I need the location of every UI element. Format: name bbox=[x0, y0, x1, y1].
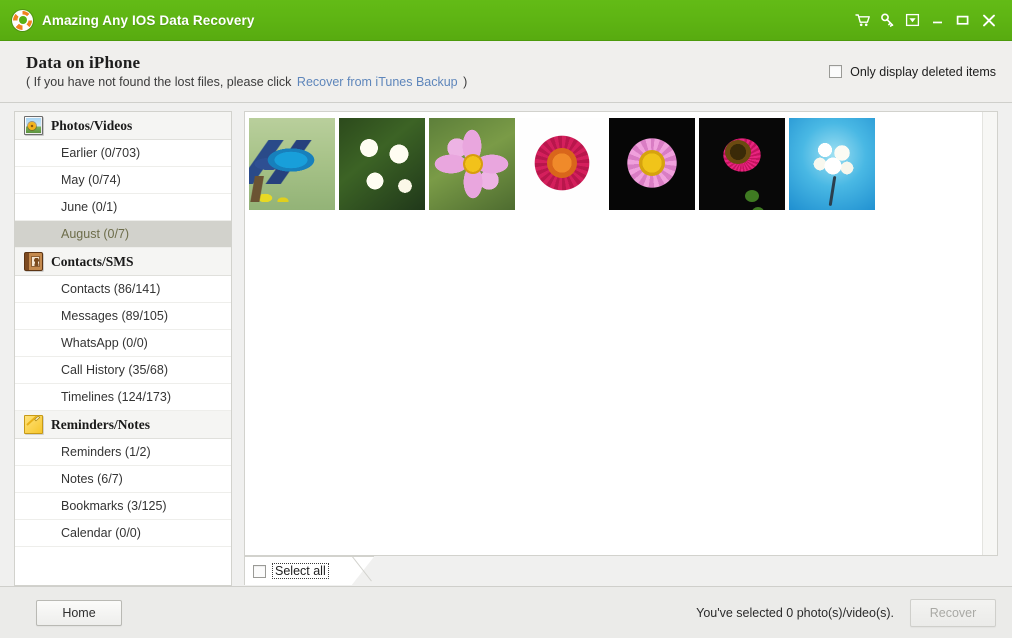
content-column: Select all bbox=[244, 111, 998, 586]
sidebar-item-label: Notes (6/7) bbox=[61, 472, 123, 486]
sub-header-left: Data on iPhone ( If you have not found t… bbox=[26, 53, 467, 90]
sidebar: Photos/Videos Earlier (0/703) May (0/74)… bbox=[14, 111, 232, 586]
thumbnail-magenta-gerbera[interactable] bbox=[699, 118, 785, 210]
sidebar-item-timelines[interactable]: Timelines (124/173) bbox=[15, 384, 231, 411]
minimize-icon[interactable] bbox=[925, 7, 950, 33]
footer-bar: Home You've selected 0 photo(s)/video(s)… bbox=[0, 586, 1012, 638]
thumbnail-crimson-daisy[interactable] bbox=[519, 118, 605, 210]
sidebar-item-notes[interactable]: Notes (6/7) bbox=[15, 466, 231, 493]
thumbnail-image bbox=[429, 118, 515, 210]
sidebar-item-calendar[interactable]: Calendar (0/0) bbox=[15, 520, 231, 547]
sidebar-item-messages[interactable]: Messages (89/105) bbox=[15, 303, 231, 330]
thumbnail-pink-dahlia[interactable] bbox=[609, 118, 695, 210]
photos-icon bbox=[24, 116, 43, 135]
menu-box-icon[interactable] bbox=[900, 7, 925, 33]
select-all-tab-slope bbox=[352, 556, 374, 585]
sidebar-item-june[interactable]: June (0/1) bbox=[15, 194, 231, 221]
sidebar-group-reminders-notes[interactable]: Reminders/Notes bbox=[15, 411, 231, 439]
selection-status-text: You've selected 0 photo(s)/video(s). bbox=[696, 605, 894, 620]
thumbnail-blue-bird[interactable] bbox=[249, 118, 335, 210]
only-deleted-checkbox[interactable] bbox=[829, 65, 843, 78]
thumbnail-row bbox=[247, 118, 982, 214]
sidebar-item-august[interactable]: August (0/7) bbox=[15, 221, 231, 248]
maximize-icon[interactable] bbox=[950, 7, 975, 33]
sidebar-group-label: Photos/Videos bbox=[51, 117, 133, 133]
sidebar-item-label: Calendar (0/0) bbox=[61, 526, 141, 540]
sidebar-group-photos-videos[interactable]: Photos/Videos bbox=[15, 112, 231, 140]
recover-from-itunes-backup-link[interactable]: Recover from iTunes Backup bbox=[295, 75, 460, 89]
sidebar-item-label: Timelines (124/173) bbox=[61, 390, 172, 404]
sidebar-item-label: Earlier (0/703) bbox=[61, 146, 141, 160]
select-all-tab[interactable]: Select all bbox=[244, 556, 352, 585]
footer-right: You've selected 0 photo(s)/video(s). Rec… bbox=[696, 598, 996, 627]
recover-button[interactable]: Recover bbox=[910, 598, 996, 627]
contacts-book-icon bbox=[24, 252, 43, 271]
sidebar-item-may[interactable]: May (0/74) bbox=[15, 167, 231, 194]
home-button[interactable]: Home bbox=[36, 599, 122, 626]
application-window: Amazing Any IOS Data Recovery Data on iP… bbox=[0, 0, 1012, 638]
thumbnail-image bbox=[339, 118, 425, 210]
notes-icon bbox=[24, 415, 43, 434]
select-all-label: Select all bbox=[272, 563, 329, 579]
page-subtitle: ( If you have not found the lost files, … bbox=[26, 75, 467, 90]
sidebar-item-bookmarks[interactable]: Bookmarks (3/125) bbox=[15, 493, 231, 520]
body-area: Photos/Videos Earlier (0/703) May (0/74)… bbox=[0, 103, 1012, 586]
sidebar-item-call-history[interactable]: Call History (35/68) bbox=[15, 357, 231, 384]
sidebar-group-contacts-sms[interactable]: Contacts/SMS bbox=[15, 248, 231, 276]
thumbnail-image bbox=[249, 118, 335, 210]
key-icon[interactable] bbox=[875, 7, 900, 33]
sub-header: Data on iPhone ( If you have not found t… bbox=[0, 41, 1012, 103]
sidebar-item-label: WhatsApp (0/0) bbox=[61, 336, 148, 350]
thumbnail-plumeria[interactable] bbox=[339, 118, 425, 210]
window-controls bbox=[850, 7, 1002, 33]
sidebar-item-label: Reminders (1/2) bbox=[61, 445, 151, 459]
sidebar-item-label: Bookmarks (3/125) bbox=[61, 499, 167, 513]
sidebar-filler bbox=[15, 547, 231, 585]
sidebar-item-earlier[interactable]: Earlier (0/703) bbox=[15, 140, 231, 167]
sidebar-item-label: June (0/1) bbox=[61, 200, 118, 214]
sidebar-item-label: Contacts (86/141) bbox=[61, 282, 161, 296]
lifebuoy-icon bbox=[12, 9, 33, 31]
thumbnail-grid bbox=[245, 112, 982, 555]
page-subtitle-prefix: ( If you have not found the lost files, … bbox=[26, 75, 292, 89]
page-subtitle-suffix: ) bbox=[463, 75, 468, 89]
sidebar-item-label: Messages (89/105) bbox=[61, 309, 169, 323]
thumbnail-panel bbox=[244, 111, 998, 556]
thumbnail-image bbox=[519, 118, 605, 210]
sidebar-item-reminders[interactable]: Reminders (1/2) bbox=[15, 439, 231, 466]
cart-icon[interactable] bbox=[850, 7, 875, 33]
select-all-checkbox[interactable] bbox=[253, 564, 266, 578]
only-deleted-filter[interactable]: Only display deleted items bbox=[829, 65, 996, 79]
thumbnail-image bbox=[699, 118, 785, 210]
thumbnail-image bbox=[789, 118, 875, 210]
select-all-strip: Select all bbox=[244, 556, 998, 586]
sidebar-item-label: May (0/74) bbox=[61, 173, 121, 187]
thumbnail-pink-cosmos[interactable] bbox=[429, 118, 515, 210]
title-bar: Amazing Any IOS Data Recovery bbox=[0, 0, 1012, 41]
sidebar-item-contacts[interactable]: Contacts (86/141) bbox=[15, 276, 231, 303]
content-scrollbar[interactable] bbox=[982, 112, 997, 555]
thumbnail-white-flower-sky[interactable] bbox=[789, 118, 875, 210]
sidebar-group-label: Contacts/SMS bbox=[51, 253, 134, 269]
close-icon[interactable] bbox=[975, 7, 1002, 33]
page-title: Data on iPhone bbox=[26, 53, 141, 72]
only-deleted-label: Only display deleted items bbox=[850, 64, 996, 79]
sidebar-item-whatsapp[interactable]: WhatsApp (0/0) bbox=[15, 330, 231, 357]
app-title: Amazing Any IOS Data Recovery bbox=[42, 12, 255, 28]
sidebar-item-label: Call History (35/68) bbox=[61, 363, 168, 377]
sidebar-group-label: Reminders/Notes bbox=[51, 416, 150, 432]
thumbnail-image bbox=[609, 118, 695, 210]
sidebar-item-label: August (0/7) bbox=[61, 227, 130, 241]
